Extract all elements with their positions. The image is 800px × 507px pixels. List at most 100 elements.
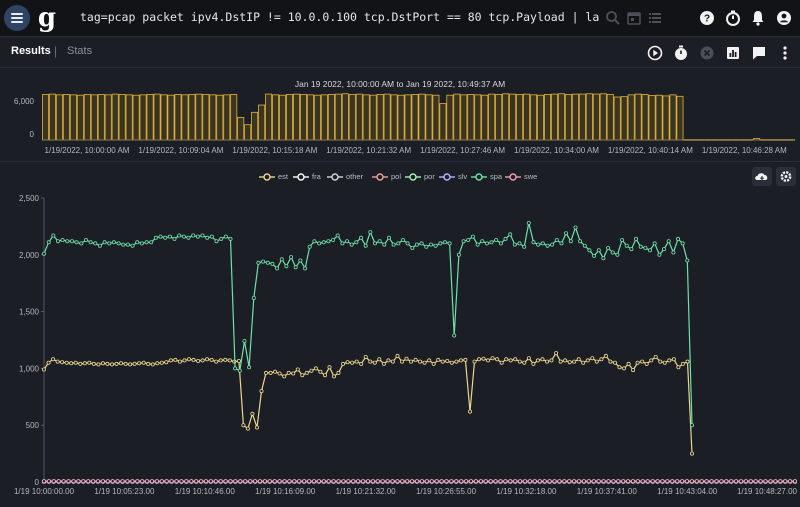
data-point-est[interactable] bbox=[427, 358, 432, 363]
data-point-swe[interactable] bbox=[508, 479, 513, 484]
data-point-spa[interactable] bbox=[377, 239, 382, 244]
menu-icon[interactable] bbox=[4, 5, 30, 31]
data-point-swe[interactable] bbox=[203, 479, 208, 484]
data-point-est[interactable] bbox=[368, 359, 373, 364]
data-point-spa[interactable] bbox=[335, 233, 340, 238]
data-point-est[interactable] bbox=[399, 359, 404, 364]
data-point-swe[interactable] bbox=[719, 479, 724, 484]
data-point-spa[interactable] bbox=[97, 243, 102, 248]
data-point-spa[interactable] bbox=[638, 244, 643, 249]
data-point-swe[interactable] bbox=[380, 479, 385, 484]
data-point-est[interactable] bbox=[277, 371, 282, 376]
data-point-est[interactable] bbox=[649, 358, 654, 363]
data-point-swe[interactable] bbox=[218, 479, 223, 484]
data-point-est[interactable] bbox=[513, 357, 518, 362]
data-point-est[interactable] bbox=[422, 360, 427, 365]
data-point-spa[interactable] bbox=[88, 240, 93, 245]
data-point-swe[interactable] bbox=[552, 479, 557, 484]
search-icon[interactable] bbox=[604, 9, 622, 27]
data-point-swe[interactable] bbox=[734, 479, 739, 484]
data-point-spa[interactable] bbox=[559, 241, 564, 246]
data-point-swe[interactable] bbox=[542, 479, 547, 484]
data-point-est[interactable] bbox=[164, 360, 169, 365]
data-point-spa[interactable] bbox=[102, 240, 107, 245]
main-line-chart[interactable]: 0 500 1,000 1,500 2,000 2,500 1/19 10:00:00.0… bbox=[0, 162, 800, 507]
data-point-spa[interactable] bbox=[531, 240, 536, 245]
data-point-est[interactable] bbox=[191, 357, 196, 362]
data-point-swe[interactable] bbox=[572, 479, 577, 484]
data-point-est[interactable] bbox=[467, 409, 472, 414]
data-point-swe[interactable] bbox=[724, 479, 729, 484]
data-point-est[interactable] bbox=[200, 358, 205, 363]
more-vert-icon[interactable] bbox=[776, 44, 794, 62]
data-point-swe[interactable] bbox=[365, 479, 370, 484]
data-point-est[interactable] bbox=[431, 361, 436, 366]
data-point-est[interactable] bbox=[236, 358, 241, 363]
data-point-spa[interactable] bbox=[470, 234, 475, 239]
data-point-spa[interactable] bbox=[167, 234, 172, 239]
data-point-swe[interactable] bbox=[159, 479, 164, 484]
data-point-est[interactable] bbox=[458, 358, 463, 363]
data-point-swe[interactable] bbox=[375, 479, 380, 484]
data-point-est[interactable] bbox=[132, 361, 137, 366]
data-point-spa[interactable] bbox=[386, 235, 391, 240]
data-point-swe[interactable] bbox=[449, 479, 454, 484]
data-point-swe[interactable] bbox=[233, 479, 238, 484]
data-point-swe[interactable] bbox=[390, 479, 395, 484]
data-point-spa[interactable] bbox=[65, 239, 70, 244]
data-point-est[interactable] bbox=[540, 357, 545, 362]
data-point-swe[interactable] bbox=[498, 479, 503, 484]
data-point-swe[interactable] bbox=[660, 479, 665, 484]
data-point-swe[interactable] bbox=[257, 479, 262, 484]
data-point-est[interactable] bbox=[504, 357, 509, 362]
data-point-est[interactable] bbox=[259, 389, 264, 394]
data-point-spa[interactable] bbox=[317, 241, 322, 246]
data-point-spa[interactable] bbox=[419, 241, 424, 246]
data-point-est[interactable] bbox=[318, 369, 323, 374]
data-point-spa[interactable] bbox=[111, 240, 116, 245]
data-point-spa[interactable] bbox=[517, 241, 522, 246]
data-point-spa[interactable] bbox=[690, 423, 695, 428]
data-point-spa[interactable] bbox=[410, 246, 415, 251]
data-point-spa[interactable] bbox=[349, 242, 354, 247]
data-point-est[interactable] bbox=[64, 360, 69, 365]
data-point-swe[interactable] bbox=[768, 479, 773, 484]
data-point-swe[interactable] bbox=[297, 479, 302, 484]
data-point-spa[interactable] bbox=[643, 246, 648, 251]
data-point-est[interactable] bbox=[322, 373, 327, 378]
data-point-swe[interactable] bbox=[86, 479, 91, 484]
data-point-est[interactable] bbox=[87, 360, 92, 365]
data-point-est[interactable] bbox=[110, 362, 115, 367]
data-point-swe[interactable] bbox=[709, 479, 714, 484]
data-point-swe[interactable] bbox=[100, 479, 105, 484]
data-point-swe[interactable] bbox=[272, 479, 277, 484]
data-point-spa[interactable] bbox=[428, 242, 433, 247]
data-point-spa[interactable] bbox=[293, 265, 298, 270]
data-point-spa[interactable] bbox=[354, 240, 359, 245]
data-point-swe[interactable] bbox=[586, 479, 591, 484]
data-point-est[interactable] bbox=[508, 358, 513, 363]
data-point-spa[interactable] bbox=[289, 255, 294, 260]
data-point-spa[interactable] bbox=[526, 221, 531, 226]
data-point-swe[interactable] bbox=[729, 479, 734, 484]
data-point-swe[interactable] bbox=[778, 479, 783, 484]
data-point-est[interactable] bbox=[214, 359, 219, 364]
data-point-swe[interactable] bbox=[130, 479, 135, 484]
data-point-spa[interactable] bbox=[620, 238, 625, 243]
data-point-est[interactable] bbox=[545, 359, 550, 364]
data-point-spa[interactable] bbox=[205, 235, 210, 240]
data-point-spa[interactable] bbox=[56, 239, 61, 244]
data-point-swe[interactable] bbox=[105, 479, 110, 484]
data-point-est[interactable] bbox=[51, 357, 56, 362]
data-point-est[interactable] bbox=[42, 367, 47, 372]
data-point-est[interactable] bbox=[82, 361, 87, 366]
search-query[interactable]: tag=pcap packet ipv4.DstIP != 10.0.0.100… bbox=[80, 10, 600, 26]
data-point-swe[interactable] bbox=[361, 479, 366, 484]
data-point-swe[interactable] bbox=[199, 479, 204, 484]
data-point-swe[interactable] bbox=[748, 479, 753, 484]
data-point-spa[interactable] bbox=[228, 236, 233, 241]
data-point-spa[interactable] bbox=[125, 242, 130, 247]
data-point-est[interactable] bbox=[331, 374, 336, 379]
data-point-spa[interactable] bbox=[233, 366, 238, 371]
data-point-est[interactable] bbox=[667, 358, 672, 363]
